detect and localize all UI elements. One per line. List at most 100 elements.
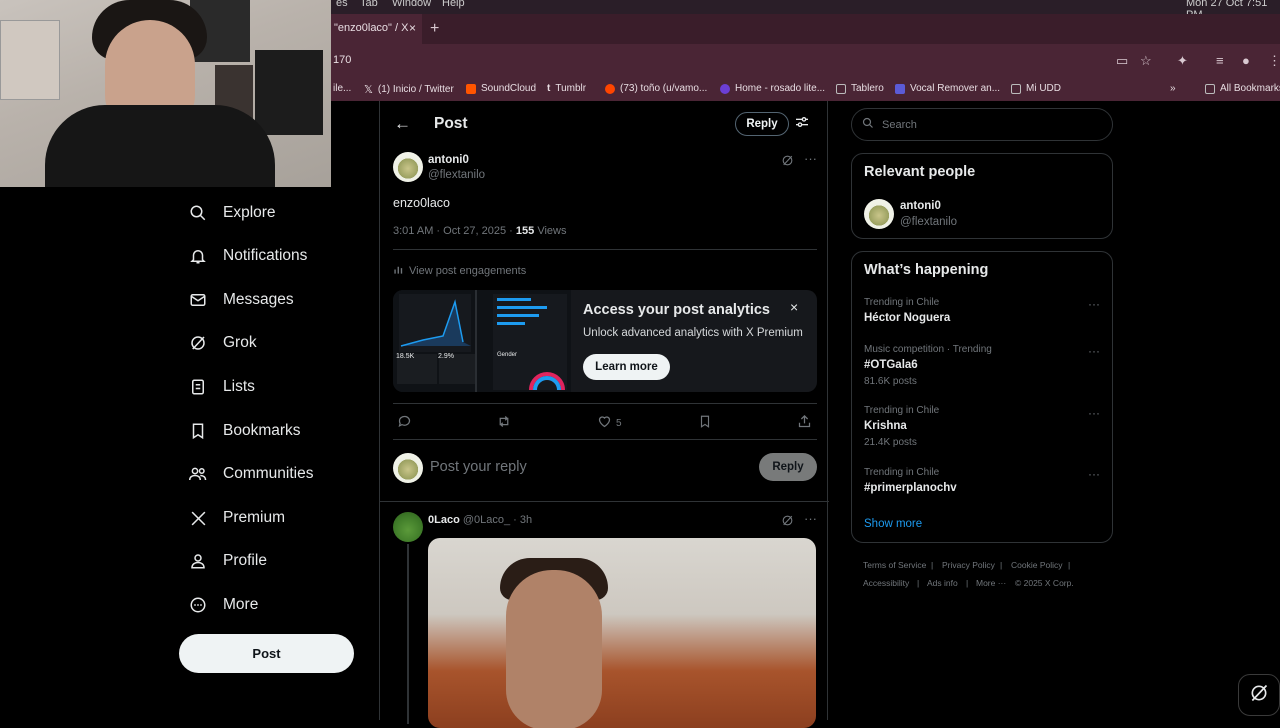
close-icon[interactable]: × [409, 21, 416, 35]
footer-link[interactable]: Terms of Service [863, 560, 926, 570]
bookmark-item[interactable]: Home - rosado lite... [720, 83, 825, 94]
install-icon[interactable]: ▭ [1116, 53, 1128, 69]
promo-subtitle: Unlock advanced analytics with X Premium [583, 327, 803, 339]
nav-lists[interactable]: Lists [187, 376, 255, 398]
more-dots-icon[interactable]: ··· [1088, 467, 1100, 481]
close-icon[interactable]: × [790, 299, 798, 315]
more-dots-icon[interactable]: ··· [804, 511, 817, 526]
page-title: Post [434, 115, 468, 132]
reply-submit-button[interactable]: Reply [759, 453, 817, 481]
bookmark-item[interactable]: ile... [333, 83, 351, 94]
bookmark-item[interactable]: Tablero [836, 83, 884, 94]
more-dots-icon[interactable]: ··· [1088, 344, 1100, 358]
post-timestamp[interactable]: 3:01 AM · Oct 27, 2025 · [393, 225, 516, 237]
more-dots-icon[interactable]: ··· [1088, 297, 1100, 311]
bookmark-item[interactable]: 𝕏 (1) Inicio / Twitter [364, 83, 454, 96]
nav-explore[interactable]: Explore [187, 202, 276, 224]
nav-premium[interactable]: Premium [187, 507, 285, 529]
new-tab-icon[interactable]: + [430, 20, 439, 38]
share-action[interactable] [797, 414, 812, 432]
menu-item[interactable]: es [336, 0, 348, 9]
footer-separator: | [931, 560, 934, 570]
reply-time[interactable]: · 3h [510, 514, 532, 526]
sliders-icon[interactable] [794, 114, 810, 135]
menu-item[interactable]: Window [392, 0, 431, 9]
repost-action[interactable] [496, 414, 512, 432]
folder-icon [836, 83, 846, 94]
more-dots-icon[interactable]: ··· [1088, 406, 1100, 420]
nav-profile[interactable]: Profile [187, 550, 267, 572]
bookmark-item[interactable]: SoundCloud [466, 83, 536, 94]
browser-tab[interactable]: "enzo0laco" / X × [330, 14, 422, 44]
menu-item[interactable]: Tab [360, 0, 378, 9]
footer-link[interactable]: Cookie Policy [1011, 560, 1063, 570]
nav-messages[interactable]: Messages [187, 289, 294, 311]
bookmark-icon [187, 420, 209, 442]
learn-more-button[interactable]: Learn more [583, 354, 670, 380]
avatar[interactable] [393, 152, 423, 182]
webcam-overlay [0, 0, 331, 187]
comment-icon [397, 414, 412, 432]
avatar[interactable] [864, 199, 894, 229]
footer-link[interactable]: Privacy Policy [942, 560, 995, 570]
address-input[interactable]: 170 [333, 54, 351, 66]
reply-author-handle[interactable]: @0Laco_ [463, 514, 510, 526]
people-icon [187, 463, 209, 485]
v-icon [895, 83, 905, 94]
reply-author-name[interactable]: 0Laco [428, 514, 460, 526]
profile-avatar-icon[interactable]: ● [1242, 53, 1250, 68]
post-button[interactable]: Post [179, 634, 354, 673]
nav-notifications[interactable]: Notifications [187, 245, 307, 267]
show-more-link[interactable]: Show more [864, 518, 922, 530]
bookmark-item[interactable]: t Tumblr [547, 83, 586, 94]
grok-icon[interactable] [781, 154, 794, 172]
reply-action[interactable] [397, 414, 412, 432]
like-action[interactable]: 5 [597, 414, 622, 432]
extensions-icon[interactable]: ✦ [1177, 53, 1188, 69]
back-arrow-icon[interactable]: ← [394, 114, 411, 134]
more-dots-icon[interactable]: ··· [804, 151, 817, 166]
trend-name[interactable]: #primerplanochv [864, 482, 957, 494]
all-bookmarks[interactable]: All Bookmarks [1205, 83, 1280, 94]
bookmark-item[interactable]: Mi UDD [1011, 83, 1061, 94]
grok-floating-button[interactable] [1238, 674, 1280, 716]
reply-input[interactable]: Post your reply [430, 459, 527, 475]
search-input[interactable]: Search [851, 108, 1113, 141]
trend-name[interactable]: Héctor Noguera [864, 312, 950, 324]
preview-stat: 2.9% [438, 353, 454, 360]
bookmarks-overflow-icon[interactable]: » [1170, 83, 1176, 94]
person-handle[interactable]: @flextanilo [900, 216, 957, 228]
view-engagements-link[interactable]: View post engagements [393, 264, 526, 278]
header-reply-button[interactable]: Reply [735, 112, 789, 136]
card-title: Relevant people [864, 164, 976, 180]
nav-more[interactable]: More [187, 594, 258, 616]
trend-name[interactable]: #OTGala6 [864, 359, 918, 371]
footer-link[interactable]: More ··· [976, 578, 1006, 588]
nav-bookmarks[interactable]: Bookmarks [187, 420, 301, 442]
bookmark-item[interactable]: (73) toño (u/vamo... [605, 83, 707, 94]
bookmark-item[interactable]: Vocal Remover an... [895, 83, 1000, 94]
person-icon [187, 550, 209, 572]
reply-header: 0Laco @0Laco_ · 3h [428, 514, 532, 526]
trend-name[interactable]: Krishna [864, 420, 907, 432]
footer-separator: | [917, 578, 920, 588]
post-meta: 3:01 AM · Oct 27, 2025 · 155 Views [393, 225, 566, 237]
person-name[interactable]: antoni0 [900, 200, 941, 212]
avatar[interactable] [393, 512, 423, 542]
menu-item[interactable]: Help [442, 0, 465, 9]
nav-grok[interactable]: Grok [187, 332, 257, 354]
star-icon[interactable]: ☆ [1140, 53, 1152, 69]
grok-icon[interactable] [781, 514, 794, 532]
author-handle[interactable]: @flextanilo [428, 169, 485, 181]
reddit-icon [605, 83, 615, 94]
reply-video[interactable] [428, 538, 816, 728]
menu-dots-icon[interactable]: ⋮ [1268, 53, 1280, 69]
tab-title: "enzo0laco" / X [334, 22, 409, 34]
reading-list-icon[interactable]: ≡ [1216, 53, 1224, 68]
nav-communities[interactable]: Communities [187, 463, 313, 485]
author-name[interactable]: antoni0 [428, 154, 469, 166]
footer-link[interactable]: Accessibility [863, 578, 909, 588]
trend-meta: Music competition · Trending [864, 344, 992, 355]
footer-link[interactable]: Ads info [927, 578, 958, 588]
bookmark-action[interactable] [698, 414, 712, 432]
